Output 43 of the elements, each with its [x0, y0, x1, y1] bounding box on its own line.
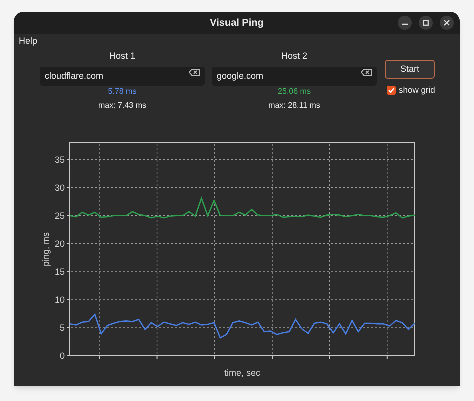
menu-item[interactable]: Help — [19, 35, 38, 49]
y-tick-label: 20 — [54, 238, 65, 249]
tick-mark — [66, 159, 70, 160]
ping-reading: 5.78 ms — [108, 86, 137, 98]
maximize-icon — [423, 20, 429, 26]
tick-mark — [66, 215, 70, 216]
max-reading: max: 7.43 ms — [98, 100, 146, 112]
window-title: Visual Ping — [210, 16, 264, 30]
clear-icon[interactable] — [189, 69, 200, 76]
host-label: Host 2 — [281, 50, 308, 63]
clear-icon[interactable] — [361, 69, 372, 76]
tick-mark — [66, 327, 70, 328]
tick-mark — [66, 299, 70, 300]
tick-mark — [66, 243, 70, 244]
y-axis-label: ping, ms — [41, 232, 51, 266]
tick-mark — [66, 271, 70, 272]
y-tick-label: 35 — [54, 154, 65, 165]
host-field[interactable]: google.com — [212, 66, 377, 86]
y-tick-label: 25 — [54, 210, 65, 221]
y-tick-label: 15 — [54, 266, 65, 277]
x-axis-label: time, sec — [224, 368, 260, 378]
maximize-button[interactable] — [419, 16, 433, 30]
y-tick-label: 5 — [60, 322, 65, 333]
y-tick-label: 30 — [54, 182, 65, 193]
tick-mark — [214, 356, 216, 360]
show-grid-checkbox[interactable]: show grid — [387, 84, 436, 97]
ping-reading: 25.06 ms — [278, 86, 311, 98]
max-reading: max: 28.11 ms — [268, 100, 320, 112]
y-tick-label: 0 — [60, 351, 65, 361]
host-field[interactable]: cloudflare.com — [40, 66, 205, 86]
start-button[interactable]: Start — [385, 60, 435, 79]
y-tick-label: 10 — [54, 294, 65, 305]
check-icon — [388, 86, 395, 94]
tick-mark — [66, 187, 70, 188]
host-label: Host 1 — [109, 50, 136, 63]
tick-mark — [386, 356, 388, 360]
tick-mark — [100, 356, 101, 360]
tick-mark — [329, 356, 330, 360]
close-button[interactable] — [440, 16, 454, 30]
tick-mark — [272, 356, 274, 360]
minimize-button[interactable] — [398, 16, 412, 30]
close-icon — [444, 20, 450, 26]
tick-mark — [156, 356, 158, 360]
